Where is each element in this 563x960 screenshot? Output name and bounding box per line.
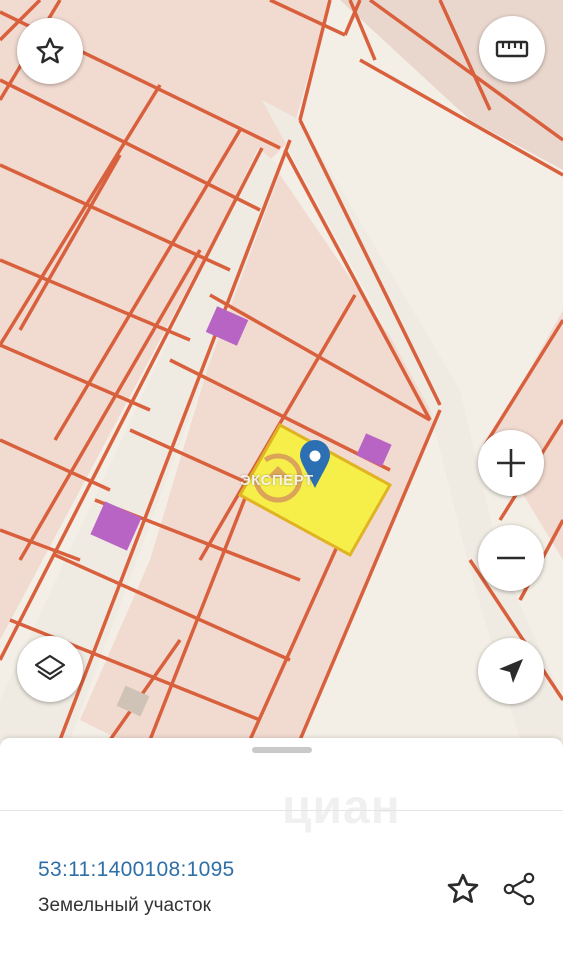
layers-icon — [34, 654, 66, 681]
star-outline-icon — [447, 873, 479, 903]
parcel-type-label: Земельный участок — [38, 895, 211, 916]
expert-logo-label: ЭКСПЕРТ — [240, 472, 314, 489]
layers-button[interactable] — [17, 636, 83, 702]
ruler-button[interactable] — [479, 16, 545, 82]
ruler-icon — [495, 40, 529, 58]
cadastral-number-link[interactable]: 53:11:1400108:1095 — [38, 858, 235, 882]
cian-watermark: циан — [282, 781, 401, 834]
location-arrow-icon — [499, 659, 523, 683]
sheet-drag-handle[interactable] — [252, 747, 312, 753]
zoom-in-button[interactable] — [478, 430, 544, 496]
add-favorite-button[interactable] — [440, 866, 486, 912]
share-button[interactable] — [496, 866, 542, 912]
star-icon — [36, 37, 64, 64]
zoom-in-icon — [497, 449, 525, 477]
my-location-button[interactable] — [478, 638, 544, 704]
share-icon — [503, 872, 535, 906]
bottom-sheet[interactable]: циан 53:11:1400108:1095 Земельный участо… — [0, 738, 563, 960]
sheet-divider — [0, 810, 563, 811]
favorite-button[interactable] — [17, 18, 83, 84]
zoom-out-button[interactable] — [478, 525, 544, 591]
zoom-out-icon — [497, 556, 525, 560]
